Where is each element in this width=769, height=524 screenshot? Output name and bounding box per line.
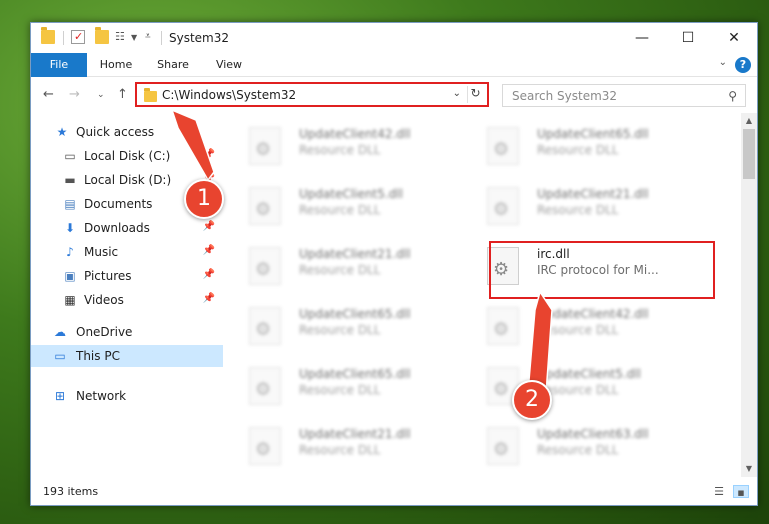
arrow-2 xyxy=(527,290,553,395)
arrow-1 xyxy=(170,108,215,182)
annotation-arrows xyxy=(170,108,553,395)
step-badge-1: 1 xyxy=(184,179,224,219)
step-badge-2: 2 xyxy=(512,380,552,420)
